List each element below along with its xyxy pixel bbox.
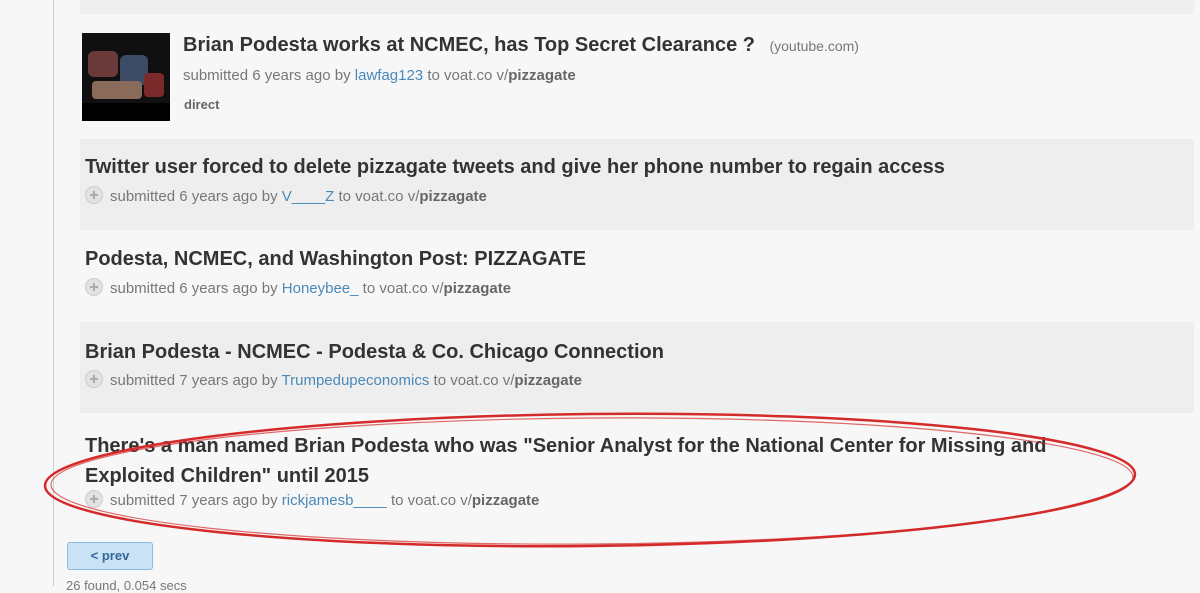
expand-icon[interactable] [85,370,103,388]
post-title-link-continued[interactable]: Exploited Children" until 2015 [85,462,369,491]
post-item: Twitter user forced to delete pizzagate … [80,139,1194,230]
post-tagline: submitted 6 years ago by V____Z to voat.… [85,186,487,205]
subverse-link[interactable]: pizzagate [444,280,512,297]
post-title-link[interactable]: Twitter user forced to delete pizzagate … [85,156,945,179]
subverse-link[interactable]: pizzagate [508,67,576,84]
post-item: There's a man named Brian Podesta who wa… [80,413,1194,523]
post-tagline: submitted 7 years ago by Trumpedupeconom… [85,370,582,389]
post-domain[interactable]: (youtube.com) [769,38,858,54]
subverse-link[interactable]: pizzagate [472,492,540,509]
post-author-link[interactable]: Honeybee_ [282,280,359,297]
post-tagline: submitted 6 years ago by lawfag123 to vo… [183,67,576,84]
subverse-link[interactable]: pizzagate [419,188,487,205]
post-author-link[interactable]: rickjamesb____ [282,492,387,509]
post-tagline: submitted 6 years ago by Honeybee_ to vo… [85,278,511,297]
post-item: Brian Podesta - NCMEC - Podesta & Co. Ch… [80,322,1194,413]
video-thumbnail[interactable] [82,33,170,121]
prev-page-button[interactable]: < prev [67,542,153,570]
post-tagline: submitted 7 years ago by rickjamesb____ … [85,490,539,509]
post-title-link[interactable]: There's a man named Brian Podesta who wa… [85,432,1046,461]
subverse-link[interactable]: pizzagate [514,372,582,389]
post-item: Podesta, NCMEC, and Washington Post: PIZ… [80,230,1194,322]
previous-post-edge [80,0,1194,14]
post-title-link[interactable]: Brian Podesta works at NCMEC, has Top Se… [183,34,755,57]
post-title-link[interactable]: Brian Podesta - NCMEC - Podesta & Co. Ch… [85,341,664,364]
expand-icon[interactable] [85,186,103,204]
expand-icon[interactable] [85,278,103,296]
post-item: Brian Podesta works at NCMEC, has Top Se… [80,32,1194,124]
direct-link[interactable]: direct [184,97,219,112]
post-title-link[interactable]: Podesta, NCMEC, and Washington Post: PIZ… [85,248,586,271]
post-author-link[interactable]: Trumpedupeconomics [282,372,430,389]
expand-icon[interactable] [85,490,103,508]
left-border-line [53,0,54,586]
post-author-link[interactable]: V____Z [282,188,335,205]
post-author-link[interactable]: lawfag123 [355,67,423,84]
